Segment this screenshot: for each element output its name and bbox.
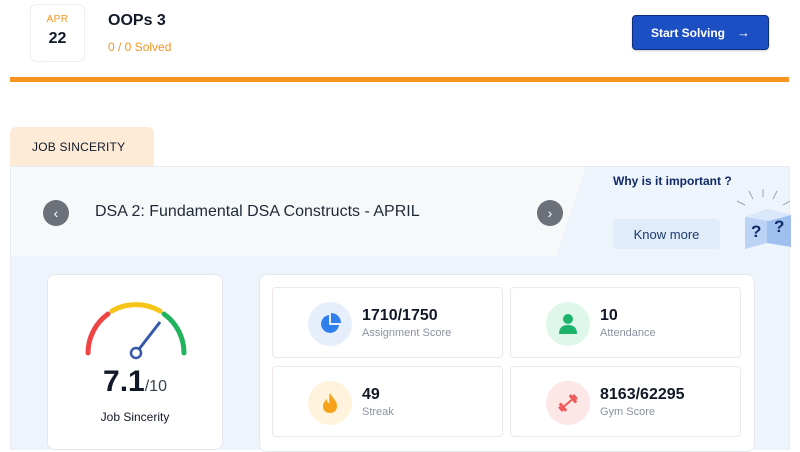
start-solving-button[interactable]: Start Solving → xyxy=(632,15,769,50)
stat-value: 1710/1750 xyxy=(362,307,438,324)
pie-chart-icon xyxy=(321,313,341,333)
stat-gym-score: 8163/62295 Gym Score xyxy=(510,366,741,437)
start-solving-label: Start Solving xyxy=(650,25,725,40)
question-mark-right: ? xyxy=(774,217,784,236)
arrow-right-icon: → xyxy=(737,25,750,40)
job-sincerity-section: ‹ DSA 2: Fundamental DSA Constructs - AP… xyxy=(10,166,791,452)
course-title: DSA 2: Fundamental DSA Constructs - APRI… xyxy=(95,203,420,220)
stat-attendance: 10 Attendance xyxy=(510,287,741,358)
stat-label: Streak xyxy=(362,406,394,418)
tab-job-sincerity[interactable]: JOB SINCERITY xyxy=(10,127,154,167)
chevron-left-icon: ‹ xyxy=(53,205,59,221)
stat-assignment-score: 1710/1750 Assignment Score xyxy=(272,287,503,358)
sincerity-score: 7.1/10 xyxy=(48,365,222,399)
stat-label: Gym Score xyxy=(600,406,656,418)
sincerity-gauge-icon xyxy=(85,302,187,360)
stat-icon-bg xyxy=(546,381,590,425)
sincerity-value: 7.1 xyxy=(103,365,145,398)
date-month: APR xyxy=(46,14,69,25)
stat-icon-bg xyxy=(546,302,590,346)
sincerity-max: /10 xyxy=(144,378,167,395)
previous-course-button[interactable]: ‹ xyxy=(43,200,69,226)
date-badge: APR 22 xyxy=(30,4,85,62)
problem-title: OOPs 3 xyxy=(108,12,166,29)
know-more-button[interactable]: Know more xyxy=(613,219,720,249)
stat-value: 10 xyxy=(600,307,618,324)
question-box-icon: ? ? xyxy=(736,189,791,249)
stats-panel: 1710/1750 Assignment Score 10 Attendance… xyxy=(259,274,755,452)
stat-value: 49 xyxy=(362,386,380,403)
stat-icon-bg xyxy=(308,302,352,346)
stat-icon-bg xyxy=(308,381,352,425)
course-banner: ‹ DSA 2: Fundamental DSA Constructs - AP… xyxy=(11,167,791,257)
why-important-text: Why is it important ? xyxy=(613,174,732,188)
dumbbell-icon xyxy=(558,394,578,412)
stat-streak: 49 Streak xyxy=(272,366,503,437)
stat-label: Assignment Score xyxy=(362,327,452,339)
sincerity-label: Job Sincerity xyxy=(100,410,170,424)
next-course-button[interactable]: › xyxy=(537,200,563,226)
job-sincerity-card: 7.1/10 Job Sincerity xyxy=(47,274,223,450)
date-day: 22 xyxy=(48,30,67,47)
stat-value: 8163/62295 xyxy=(600,386,685,403)
question-mark-left: ? xyxy=(751,222,761,241)
solved-count: 0 / 0 Solved xyxy=(108,40,172,54)
flame-icon xyxy=(323,393,337,413)
user-icon xyxy=(559,314,577,334)
stat-label: Attendance xyxy=(600,327,656,339)
chevron-right-icon: › xyxy=(547,205,553,221)
problem-card: APR 22 OOPs 3 0 / 0 Solved Start Solving… xyxy=(10,0,789,82)
